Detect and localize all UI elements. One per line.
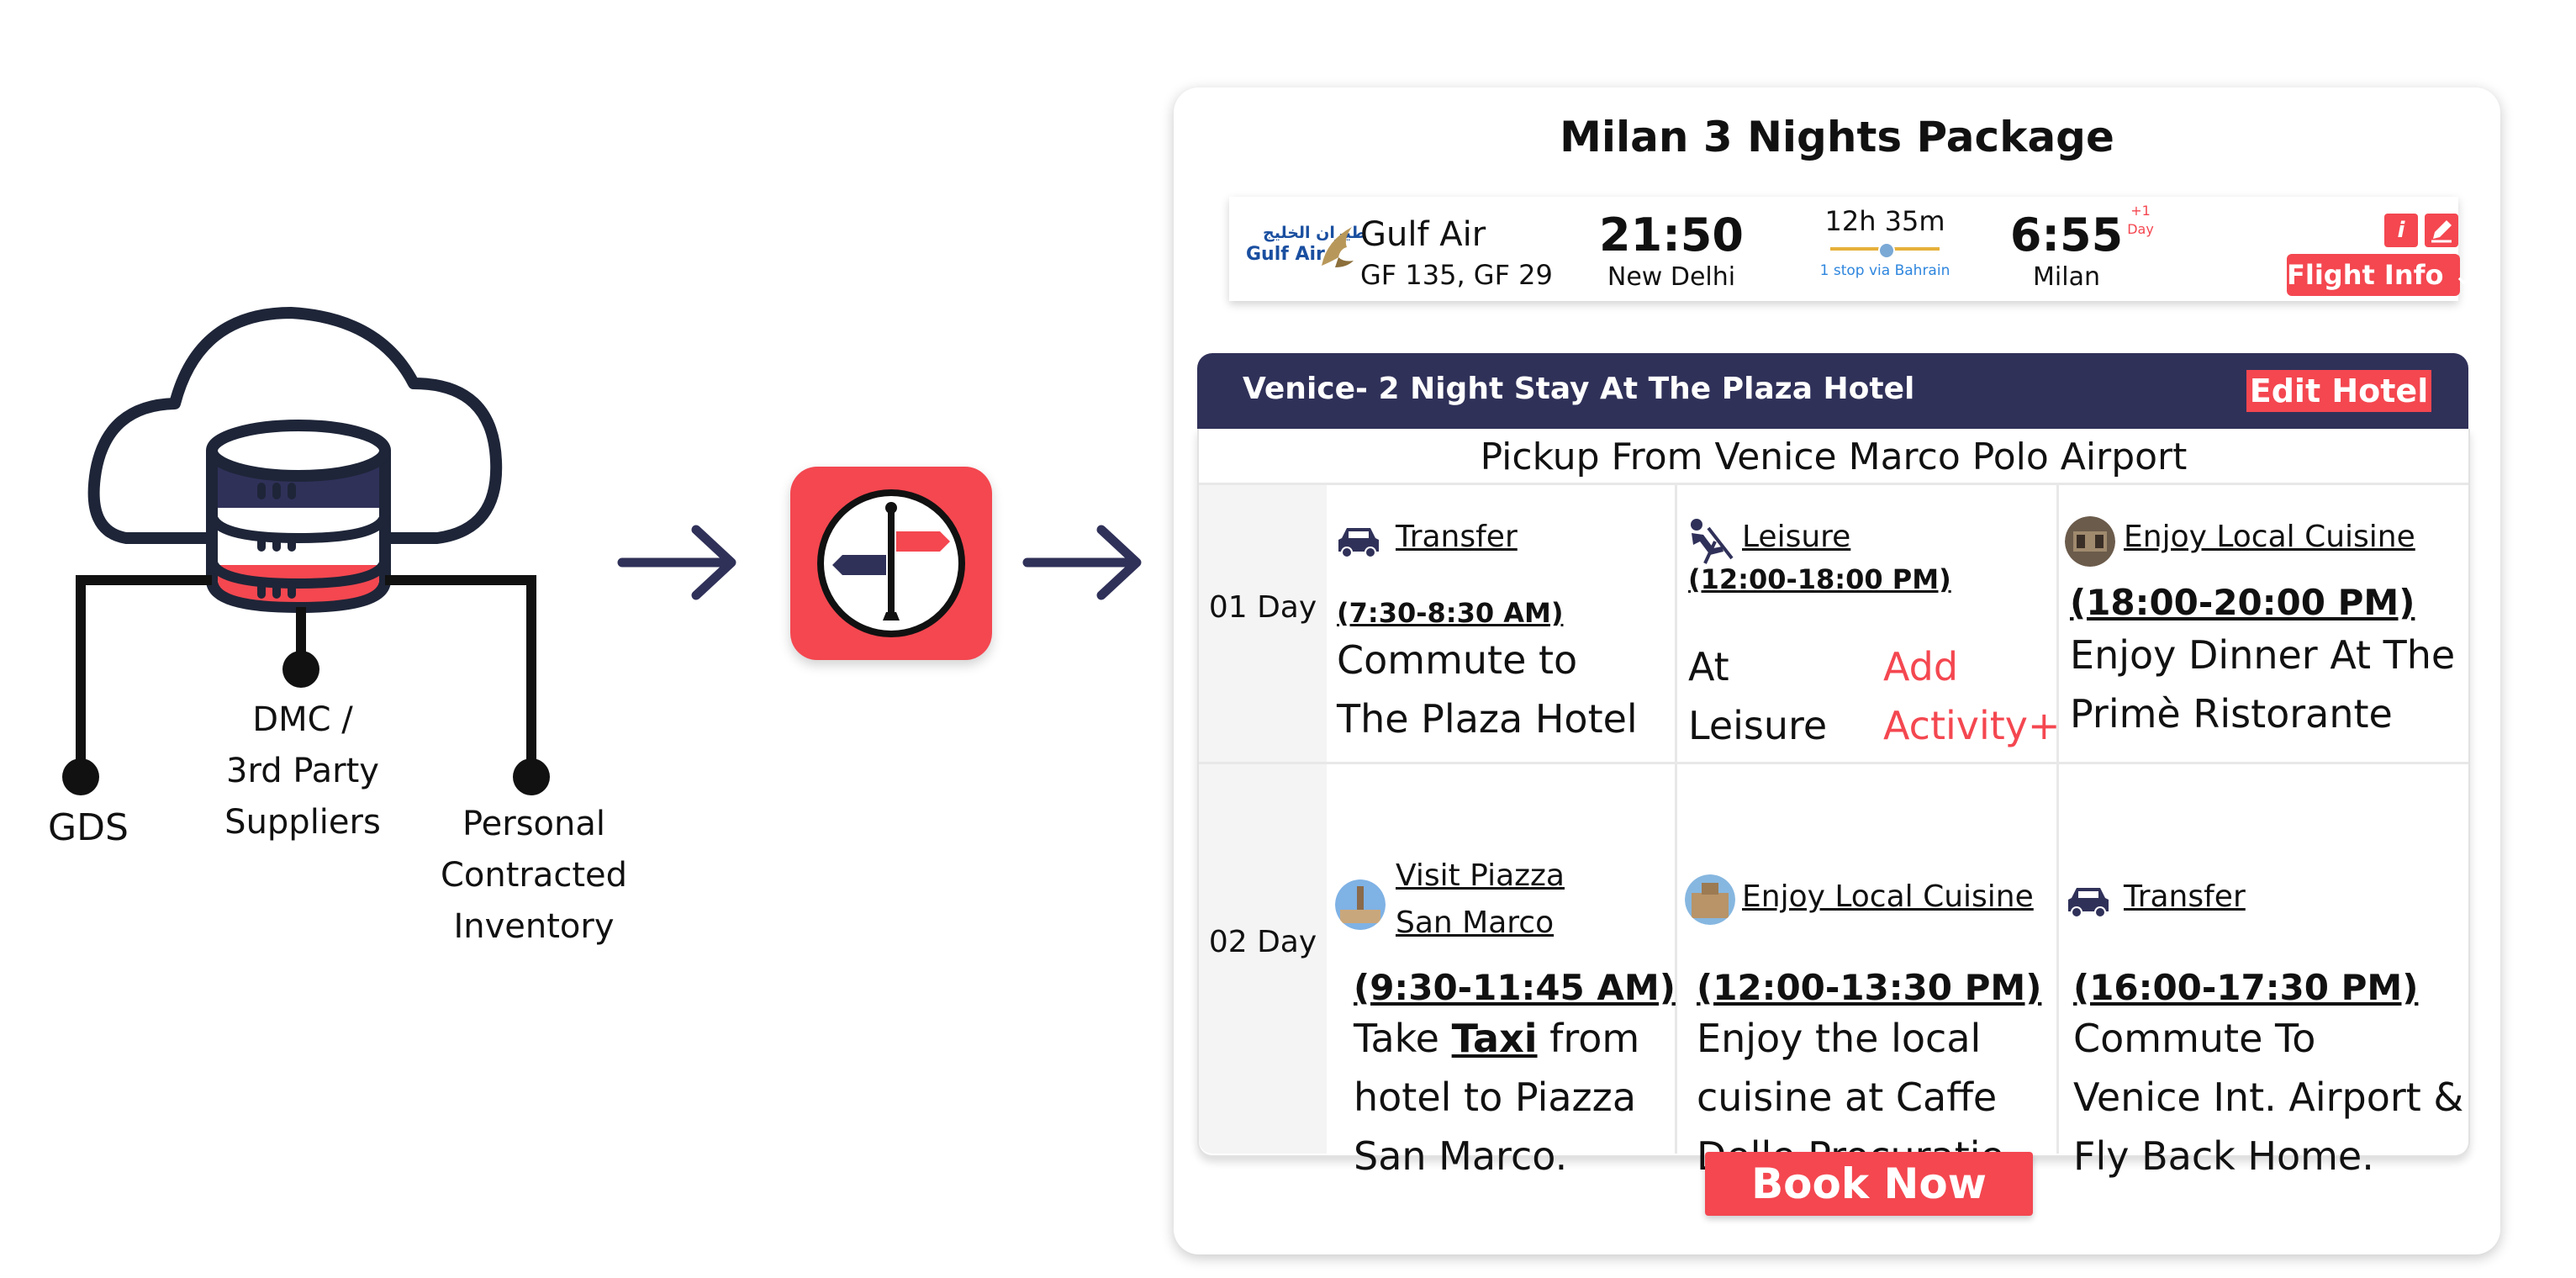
edit-hotel-button[interactable]: Edit Hotel bbox=[2246, 370, 2431, 412]
gds-node bbox=[62, 758, 99, 795]
flight-info-button[interactable]: Flight Info ⌄ bbox=[2287, 254, 2475, 296]
leisure-icon bbox=[1691, 519, 1734, 564]
arrow-right-icon bbox=[617, 525, 736, 600]
car-icon bbox=[1338, 528, 1379, 558]
cloud-database-icon bbox=[87, 307, 503, 614]
package-title: Milan 3 Nights Package bbox=[1560, 113, 2114, 161]
edit-flight-button[interactable] bbox=[2425, 214, 2458, 247]
activity-title-link[interactable]: Enjoy Local Cuisine bbox=[1742, 879, 2034, 914]
arrival-time: 6:55 bbox=[2009, 209, 2124, 261]
falcon-icon bbox=[1322, 227, 1354, 267]
departure-city: New Delhi bbox=[1607, 262, 1736, 292]
row-divider bbox=[1199, 762, 2468, 764]
restaurant-photo bbox=[2065, 516, 2115, 567]
activity-description: Commute To Venice Int. Airport & Fly Bac… bbox=[2073, 1016, 2464, 1179]
day-column bbox=[1199, 484, 1327, 1154]
itinerary-table: Pickup From Venice Marco Polo Airport 01… bbox=[1197, 429, 2470, 1179]
activity-title-link[interactable]: Visit Piazza San Marco bbox=[1396, 853, 1565, 947]
activity-description: Commute to The Plaza Hotel bbox=[1337, 637, 1638, 742]
stops-info: 1 stop via Bahrain bbox=[1819, 262, 1950, 279]
next-day-badge: +1 Day bbox=[2127, 203, 2154, 237]
flight-summary: طيران الخليج Gulf Air Gulf Air GF 135, G… bbox=[1229, 197, 2475, 301]
flight-numbers: GF 135, GF 29 bbox=[1360, 259, 1553, 291]
pencil-icon bbox=[2431, 220, 2452, 243]
departure-time: 21:50 bbox=[1599, 209, 1744, 261]
book-now-button[interactable]: Book Now bbox=[1705, 1152, 2033, 1216]
pickup-info: Pickup From Venice Marco Polo Airport bbox=[1480, 436, 2188, 478]
activity-description: Take Taxi from hotel to Piazza San Marco… bbox=[1354, 1016, 1640, 1179]
day-label: 01 Day bbox=[1208, 590, 1317, 625]
personal-node bbox=[513, 758, 550, 795]
gds-label: GDS bbox=[48, 806, 129, 849]
dmc-node bbox=[282, 651, 319, 688]
activity-title-link[interactable]: Leisure bbox=[1742, 520, 1850, 554]
activity-time: (18:00-20:00 PM) bbox=[2070, 582, 2415, 623]
activity-description: At Leisure bbox=[1688, 644, 1828, 748]
day-label: 02 Day bbox=[1208, 925, 1317, 959]
car-icon bbox=[2068, 888, 2109, 918]
activity-time: (9:30-11:45 AM) bbox=[1354, 967, 1676, 1008]
activity-time: (12:00-18:00 PM) bbox=[1688, 563, 1951, 595]
dmc-label: DMC / 3rd Party Suppliers bbox=[224, 700, 381, 842]
add-activity-link[interactable]: Add Activity+ bbox=[1883, 637, 2061, 755]
activity-description: Enjoy Dinner At The Primè Ristorante bbox=[2070, 632, 2456, 737]
arrival-city: Milan bbox=[2033, 262, 2100, 292]
activity-title-link[interactable]: Transfer bbox=[1396, 520, 1518, 554]
personal-inventory-label: Personal Contracted Inventory bbox=[440, 805, 628, 946]
column-divider bbox=[2056, 484, 2059, 1154]
app-logo bbox=[790, 467, 992, 660]
signpost-icon bbox=[817, 489, 965, 637]
activity-title-link[interactable]: Transfer bbox=[2124, 879, 2246, 914]
flight-duration: 12h 35m bbox=[1824, 205, 1945, 237]
arrow-right-icon bbox=[1022, 525, 1142, 600]
package-card: Milan 3 Nights Package طيران الخليج Gulf… bbox=[1174, 87, 2500, 1254]
airline-logo: طيران الخليج Gulf Air bbox=[1246, 224, 1366, 274]
column-divider bbox=[1675, 484, 1677, 1154]
info-icon: i bbox=[2397, 218, 2405, 243]
piazza-photo bbox=[1335, 879, 1386, 930]
activity-time: (12:00-13:30 PM) bbox=[1697, 967, 2042, 1008]
airline-name: Gulf Air bbox=[1360, 215, 1486, 254]
taxi-link[interactable]: Taxi bbox=[1452, 1016, 1538, 1061]
activity-time: (16:00-17:30 PM) bbox=[2073, 967, 2419, 1008]
cafe-photo bbox=[1685, 874, 1735, 925]
row-divider bbox=[1199, 483, 2468, 485]
activity-title-link[interactable]: Enjoy Local Cuisine bbox=[2124, 520, 2415, 554]
activity-time: (7:30-8:30 AM) bbox=[1337, 597, 1564, 629]
hotel-title: Venice- 2 Night Stay At The Plaza Hotel bbox=[1243, 372, 1915, 406]
hotel-header: Venice- 2 Night Stay At The Plaza Hotel … bbox=[1197, 353, 2468, 429]
flight-info-icon-button[interactable]: i bbox=[2384, 214, 2418, 247]
stop-dot bbox=[1878, 242, 1895, 259]
